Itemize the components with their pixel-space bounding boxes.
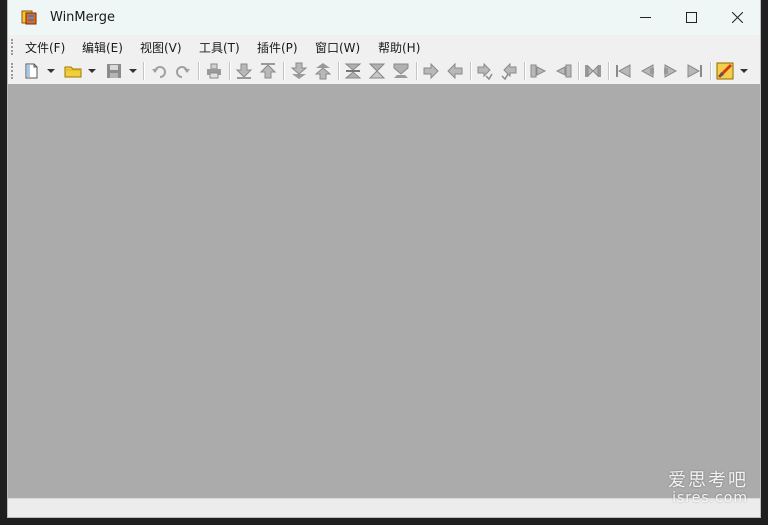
options-button[interactable]: [716, 62, 734, 80]
first-difference-button[interactable]: [314, 62, 332, 80]
previous-conflict-button[interactable]: [392, 62, 410, 80]
menu-window[interactable]: 窗口(W): [315, 39, 360, 56]
previous-difference-icon: [259, 63, 277, 79]
next-file-icon: [664, 64, 678, 78]
save-dropdown-arrow[interactable]: [129, 69, 137, 73]
toolbar-separator: [143, 62, 145, 80]
toolbar-separator: [524, 62, 526, 80]
winmerge-logo-icon: [21, 10, 37, 25]
watermark-line-2: isres.com: [672, 490, 748, 506]
close-button[interactable]: [714, 0, 760, 35]
toolbar-separator: [338, 62, 340, 80]
menu-tools[interactable]: 工具(T): [199, 39, 240, 56]
redo-button[interactable]: [174, 62, 192, 80]
next-conflict-button[interactable]: [368, 62, 386, 80]
toolbar-separator: [578, 62, 580, 80]
toolbar: [8, 59, 760, 83]
title-bar[interactable]: WinMerge: [8, 0, 760, 35]
next-difference-icon: [235, 63, 253, 79]
copy-right-advance-button[interactable]: [476, 62, 494, 80]
menu-edit[interactable]: 编辑(E): [82, 39, 123, 56]
last-difference-icon: [290, 62, 308, 79]
first-file-button[interactable]: [614, 62, 632, 80]
copy-all-right-icon: [530, 64, 547, 78]
previous-file-button[interactable]: [638, 62, 656, 80]
copy-left-advance-button[interactable]: [500, 62, 518, 80]
last-difference-button[interactable]: [290, 62, 308, 80]
open-folder-icon: [64, 66, 82, 78]
previous-difference-button[interactable]: [259, 62, 277, 80]
copy-all-left-icon: [555, 64, 572, 78]
maximize-button[interactable]: [668, 0, 714, 35]
new-document-icon: [25, 63, 38, 79]
copy-left-advance-icon: [501, 62, 517, 80]
print-icon: [207, 63, 221, 79]
current-difference-button[interactable]: [344, 62, 362, 80]
new-dropdown-arrow[interactable]: [47, 69, 55, 73]
maximize-icon: [686, 12, 697, 23]
previous-file-icon: [640, 64, 654, 78]
copy-right-button[interactable]: [422, 62, 440, 80]
merge-button[interactable]: [584, 62, 602, 80]
next-difference-button[interactable]: [235, 62, 253, 80]
current-difference-icon: [344, 63, 362, 79]
copy-right-advance-icon: [477, 62, 493, 80]
close-icon: [732, 12, 743, 23]
save-button[interactable]: [105, 62, 123, 80]
previous-conflict-icon: [393, 63, 409, 78]
toolbar-separator: [710, 62, 712, 80]
toolbar-grip[interactable]: [11, 63, 15, 79]
menu-plugins[interactable]: 插件(P): [257, 39, 298, 56]
open-button[interactable]: [64, 62, 82, 80]
toolbar-separator: [283, 62, 285, 80]
last-file-button[interactable]: [686, 62, 704, 80]
watermark: 爱思考吧 isres.com: [668, 466, 748, 506]
redo-icon: [176, 66, 190, 78]
copy-left-icon: [447, 62, 463, 80]
copy-left-button[interactable]: [446, 62, 464, 80]
menubar-grip[interactable]: [11, 39, 15, 55]
minimize-button[interactable]: [622, 0, 668, 35]
window-title: WinMerge: [50, 10, 115, 25]
save-icon: [107, 64, 121, 78]
next-file-button[interactable]: [662, 62, 680, 80]
menu-help[interactable]: 帮助(H): [378, 39, 420, 56]
new-document-button[interactable]: [23, 62, 41, 80]
undo-button[interactable]: [150, 62, 168, 80]
options-icon: [716, 62, 734, 80]
menu-bar: 文件(F) 编辑(E) 视图(V) 工具(T) 插件(P) 窗口(W) 帮助(H…: [8, 35, 760, 59]
status-bar: [8, 498, 760, 517]
print-button[interactable]: [205, 62, 223, 80]
last-file-icon: [687, 64, 702, 78]
toolbar-separator: [416, 62, 418, 80]
watermark-line-1: 爱思考吧: [668, 470, 748, 491]
winmerge-window: WinMerge 文件(F) 编辑(E) 视图(V) 工具(T) 插件(P) 窗…: [8, 0, 760, 517]
merge-icon: [585, 64, 601, 78]
copy-all-right-button[interactable]: [530, 62, 548, 80]
toolbar-separator: [198, 62, 200, 80]
mdi-client-area[interactable]: [8, 84, 760, 498]
menu-file[interactable]: 文件(F): [25, 39, 65, 56]
toolbar-separator: [608, 62, 610, 80]
toolbar-separator: [229, 62, 231, 80]
toolbar-separator: [470, 62, 472, 80]
options-dropdown-arrow[interactable]: [740, 69, 748, 73]
minimize-icon: [640, 17, 651, 18]
menu-view[interactable]: 视图(V): [140, 39, 182, 56]
next-conflict-icon: [368, 63, 386, 79]
open-dropdown-arrow[interactable]: [88, 69, 96, 73]
copy-right-icon: [423, 62, 439, 80]
copy-all-left-button[interactable]: [554, 62, 572, 80]
first-difference-icon: [314, 63, 332, 80]
first-file-icon: [616, 64, 631, 78]
undo-icon: [152, 66, 166, 78]
